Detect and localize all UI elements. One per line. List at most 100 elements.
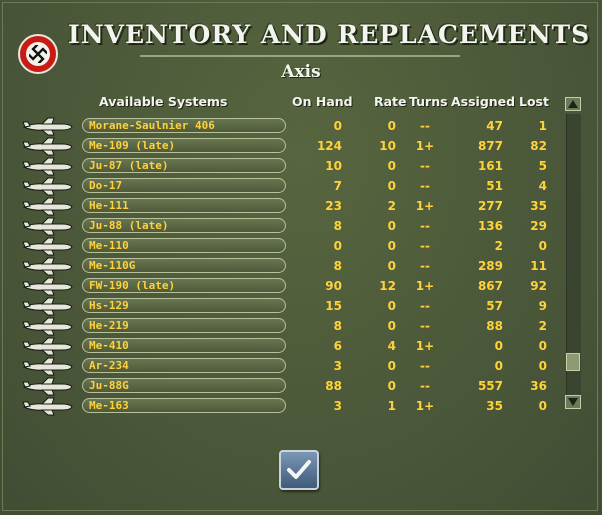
- scroll-up-button[interactable]: [565, 97, 581, 111]
- system-name-button[interactable]: Ju-88G: [82, 378, 286, 393]
- on-hand-value: 3: [333, 359, 342, 373]
- lost-value: 11: [530, 259, 547, 273]
- turns-value: --: [420, 119, 430, 133]
- system-name-button[interactable]: Ju-88 (late): [82, 218, 286, 233]
- on-hand-value: 10: [325, 159, 342, 173]
- turns-value: --: [420, 379, 430, 393]
- rate-value: 0: [387, 359, 396, 373]
- assigned-value: 0: [494, 359, 503, 373]
- lost-value: 35: [530, 199, 547, 213]
- system-name-button[interactable]: Me-109 (late): [82, 138, 286, 153]
- table-row[interactable]: Me-410 6 4 1+ 0 0: [0, 336, 560, 356]
- assigned-value: 161: [477, 159, 503, 173]
- assigned-value: 0: [494, 339, 503, 353]
- lost-value: 36: [530, 379, 547, 393]
- lost-value: 0: [538, 399, 547, 413]
- aircraft-silhouette-icon: [22, 157, 74, 176]
- table-row[interactable]: Me-109 (late) 124 10 1+ 877 82: [0, 136, 560, 156]
- system-name-button[interactable]: Do-17: [82, 178, 286, 193]
- table-row[interactable]: FW-190 (late) 90 12 1+ 867 92: [0, 276, 560, 296]
- scrollbar-thumb[interactable]: [566, 353, 580, 371]
- system-name-button[interactable]: He-219: [82, 318, 286, 333]
- on-hand-value: 90: [325, 279, 342, 293]
- page-title: INVENTORY AND REPLACEMENTS: [68, 20, 591, 49]
- side-label: Axis: [281, 62, 321, 82]
- table-row[interactable]: Ju-88 (late) 8 0 -- 136 29: [0, 216, 560, 236]
- rate-value: 2: [387, 199, 396, 213]
- assigned-value: 51: [486, 179, 503, 193]
- aircraft-silhouette-icon: [22, 197, 74, 216]
- rate-value: 0: [387, 179, 396, 193]
- system-name-button[interactable]: Me-110: [82, 238, 286, 253]
- assigned-value: 867: [477, 279, 503, 293]
- on-hand-value: 0: [333, 119, 342, 133]
- aircraft-silhouette-icon: [22, 377, 74, 396]
- turns-value: --: [420, 259, 430, 273]
- rate-value: 4: [387, 339, 396, 353]
- lost-value: 2: [538, 319, 547, 333]
- system-name-button[interactable]: Hs-129: [82, 298, 286, 313]
- aircraft-silhouette-icon: [22, 317, 74, 336]
- system-name-button[interactable]: Me-163: [82, 398, 286, 413]
- aircraft-silhouette-icon: [22, 337, 74, 356]
- table-row[interactable]: Ju-88G 88 0 -- 557 36: [0, 376, 560, 396]
- header-lost: Lost: [519, 94, 549, 109]
- table-row[interactable]: Morane-Saulnier 406 0 0 -- 47 1: [0, 116, 560, 136]
- on-hand-value: 0: [333, 239, 342, 253]
- turns-value: --: [420, 319, 430, 333]
- on-hand-value: 8: [333, 259, 342, 273]
- system-name-button[interactable]: FW-190 (late): [82, 278, 286, 293]
- lost-value: 92: [530, 279, 547, 293]
- on-hand-value: 15: [325, 299, 342, 313]
- on-hand-value: 88: [325, 379, 342, 393]
- system-name-button[interactable]: Ju-87 (late): [82, 158, 286, 173]
- system-name-button[interactable]: Ar-234: [82, 358, 286, 373]
- lost-value: 0: [538, 359, 547, 373]
- table-row[interactable]: Me-110 0 0 -- 2 0: [0, 236, 560, 256]
- system-name-button[interactable]: Me-410: [82, 338, 286, 353]
- table-row[interactable]: Ju-87 (late) 10 0 -- 161 5: [0, 156, 560, 176]
- turns-value: --: [420, 159, 430, 173]
- rate-value: 0: [387, 239, 396, 253]
- header-on-hand: On Hand: [292, 94, 353, 109]
- table-row[interactable]: Hs-129 15 0 -- 57 9: [0, 296, 560, 316]
- table-row[interactable]: Ar-234 3 0 -- 0 0: [0, 356, 560, 376]
- confirm-button[interactable]: [279, 450, 319, 490]
- title-divider: [140, 55, 460, 57]
- aircraft-silhouette-icon: [22, 277, 74, 296]
- table-row[interactable]: Do-17 7 0 -- 51 4: [0, 176, 560, 196]
- system-name-button[interactable]: Me-110G: [82, 258, 286, 273]
- turns-value: --: [420, 299, 430, 313]
- assigned-value: 88: [486, 319, 503, 333]
- aircraft-silhouette-icon: [22, 137, 74, 156]
- table-row[interactable]: He-219 8 0 -- 88 2: [0, 316, 560, 336]
- arrow-down-icon: [568, 398, 578, 406]
- rate-value: 0: [387, 299, 396, 313]
- system-name-button[interactable]: He-111: [82, 198, 286, 213]
- turns-value: 1+: [415, 139, 435, 153]
- aircraft-silhouette-icon: [22, 257, 74, 276]
- on-hand-value: 7: [333, 179, 342, 193]
- header-turns: Turns: [409, 94, 448, 109]
- turns-value: 1+: [415, 279, 435, 293]
- rate-value: 0: [387, 319, 396, 333]
- lost-value: 0: [538, 339, 547, 353]
- rate-value: 12: [379, 279, 396, 293]
- turns-value: --: [420, 359, 430, 373]
- turns-value: --: [420, 179, 430, 193]
- rate-value: 1: [387, 399, 396, 413]
- table-row[interactable]: He-111 23 2 1+ 277 35: [0, 196, 560, 216]
- on-hand-value: 6: [333, 339, 342, 353]
- system-name-button[interactable]: Morane-Saulnier 406: [82, 118, 286, 133]
- assigned-value: 35: [486, 399, 503, 413]
- on-hand-value: 23: [325, 199, 342, 213]
- scroll-down-button[interactable]: [565, 395, 581, 409]
- table-row[interactable]: Me-110G 8 0 -- 289 11: [0, 256, 560, 276]
- rate-value: 0: [387, 259, 396, 273]
- table-row[interactable]: Me-163 3 1 1+ 35 0: [0, 396, 560, 416]
- assigned-value: 877: [477, 139, 503, 153]
- aircraft-silhouette-icon: [22, 397, 74, 416]
- turns-value: 1+: [415, 399, 435, 413]
- rate-value: 0: [387, 379, 396, 393]
- rate-value: 0: [387, 219, 396, 233]
